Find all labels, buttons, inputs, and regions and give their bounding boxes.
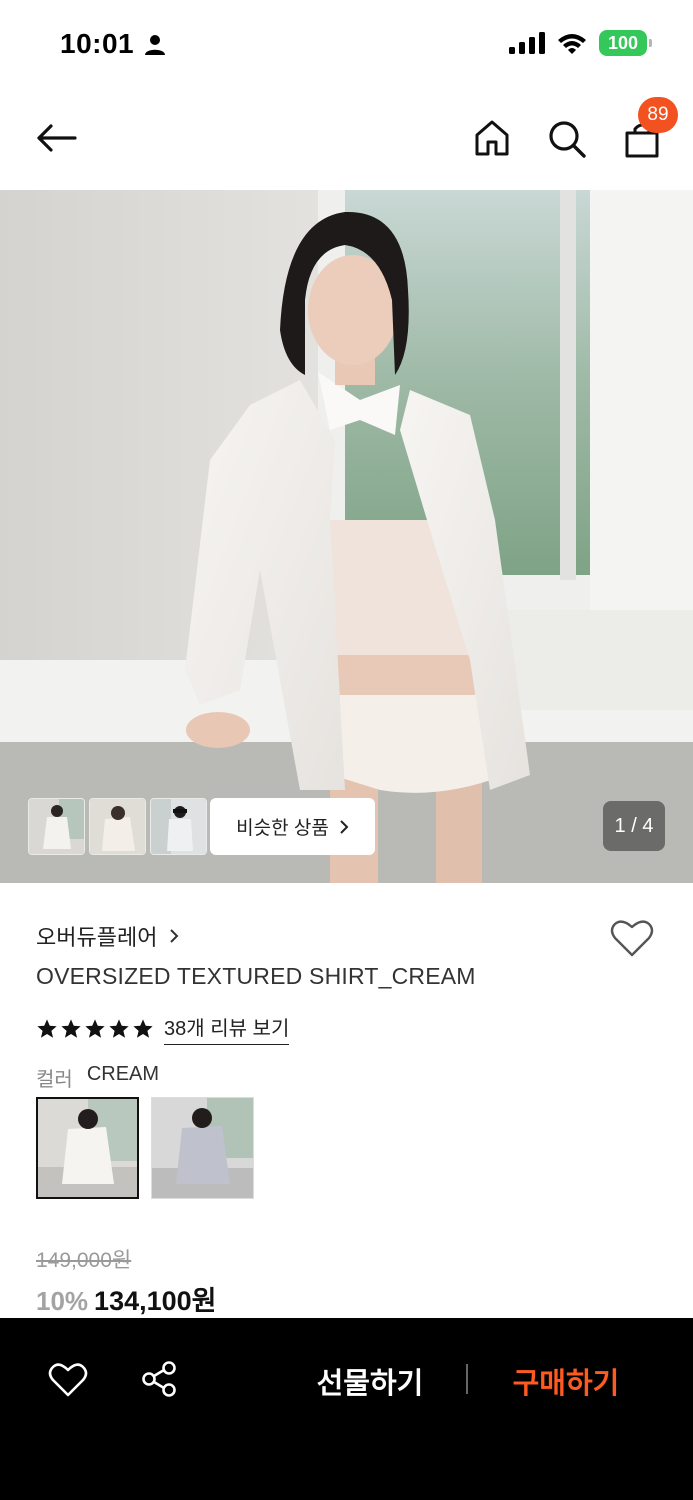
star-icon [61, 1018, 81, 1038]
similar-products-label: 비슷한 상품 [236, 818, 329, 839]
star-icon [109, 1018, 129, 1038]
star-icon [37, 1018, 57, 1038]
search-icon [549, 121, 586, 158]
signal-icon [509, 32, 545, 54]
color-swatch-alternate[interactable] [151, 1097, 254, 1199]
wifi-icon [558, 34, 586, 54]
gallery-thumbnail[interactable] [28, 798, 85, 855]
product-title: OVERSIZED TEXTURED SHIRT_CREAM [36, 963, 476, 989]
swatch-image [152, 1098, 253, 1198]
battery-indicator: 100 [599, 30, 652, 56]
reviews-link[interactable]: 38개 리뷰 보기 [164, 1012, 290, 1045]
color-option-row: 컬러 CREAM [36, 1063, 159, 1092]
star-icon [85, 1018, 105, 1038]
top-nav [0, 90, 693, 190]
heart-icon[interactable] [48, 1362, 88, 1398]
swatch-image [38, 1099, 137, 1197]
gallery-thumbnail[interactable] [150, 798, 207, 855]
status-indicators: 100 [509, 30, 652, 56]
brand-name: 오버듀플레어 [36, 925, 158, 950]
heart-icon[interactable] [610, 918, 654, 958]
rating-row: 38개 리뷰 보기 [36, 1012, 290, 1045]
home-button[interactable] [468, 114, 516, 162]
gallery-thumbnails [28, 798, 207, 855]
similar-products-button[interactable]: 비슷한 상품 [210, 798, 375, 855]
thumbnail-image [90, 799, 145, 854]
buy-button[interactable]: 구매하기 [496, 1356, 636, 1406]
discount-rate: 10% [36, 1286, 89, 1316]
gift-button[interactable]: 선물하기 [300, 1356, 440, 1406]
bottom-action-bar [0, 1318, 693, 1500]
gallery-thumbnail[interactable] [89, 798, 146, 855]
cart-count-badge: 89 [638, 97, 678, 133]
color-swatch-cream[interactable] [36, 1097, 139, 1199]
back-arrow-icon [37, 124, 77, 152]
color-swatches [36, 1097, 254, 1199]
selected-color-value: CREAM [86, 1063, 160, 1085]
price-row: 10% 134,100원 [36, 1279, 217, 1318]
star-rating [36, 1018, 154, 1040]
color-label: 컬러 [36, 1069, 73, 1091]
product-image-carousel[interactable]: 비슷한 상품 1 / 4 [0, 190, 693, 883]
share-icon[interactable] [140, 1360, 178, 1398]
person-icon [145, 35, 165, 55]
search-button[interactable] [542, 114, 592, 164]
home-icon [475, 120, 509, 156]
status-bar: 10:01 100 [0, 0, 693, 90]
sale-price: 134,100원 [94, 1286, 217, 1316]
original-price: 149,000원 [36, 1249, 132, 1272]
chevron-right-icon [170, 929, 179, 943]
back-button[interactable] [30, 116, 82, 160]
chevron-right-icon [340, 819, 349, 834]
button-divider [466, 1364, 468, 1394]
star-icon [133, 1018, 153, 1038]
status-time: 10:01 [60, 28, 135, 59]
thumbnail-image [151, 799, 206, 854]
thumbnail-image [29, 799, 84, 854]
brand-link[interactable]: 오버듀플레어 [36, 920, 179, 952]
product-photo [0, 190, 693, 883]
image-page-counter: 1 / 4 [603, 801, 665, 851]
